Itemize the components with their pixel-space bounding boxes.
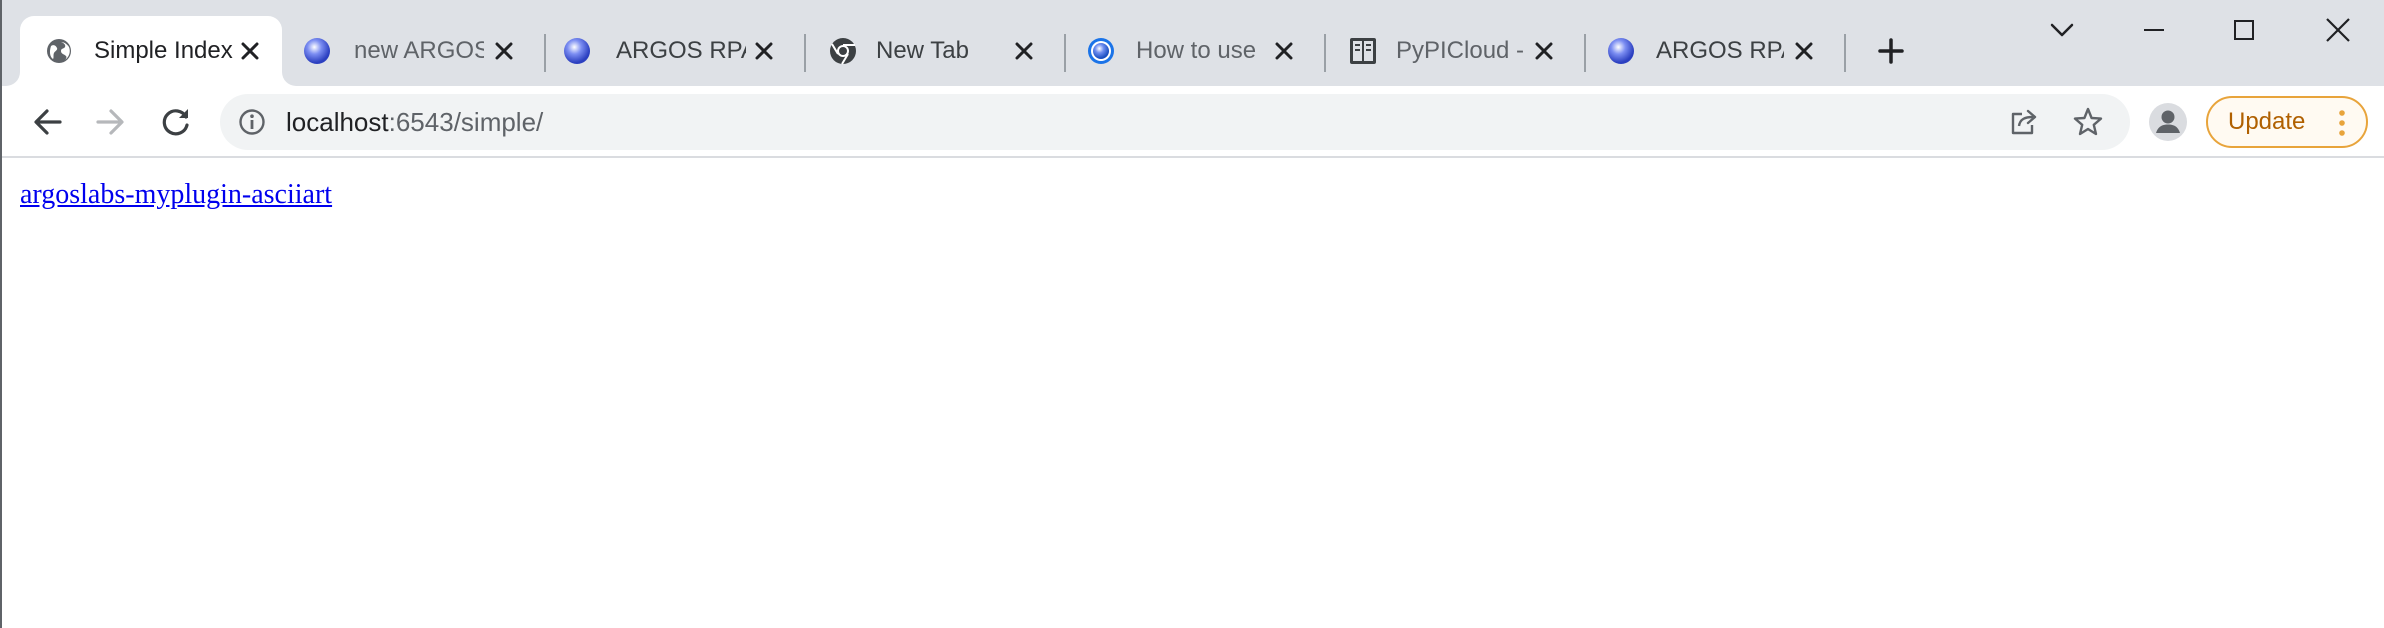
url-text: localhost:6543/simple/ xyxy=(286,106,543,138)
tab-title: New Tab xyxy=(876,37,969,64)
reload-icon[interactable] xyxy=(154,100,198,144)
argos-orb-icon xyxy=(1086,36,1116,66)
window-close-icon[interactable] xyxy=(2318,10,2358,50)
close-icon[interactable] xyxy=(1010,37,1038,65)
pypicloud-icon xyxy=(1348,36,1378,66)
browser-toolbar: localhost:6543/simple/ Update xyxy=(2,86,2384,158)
site-info-icon[interactable] xyxy=(238,108,266,136)
maximize-icon[interactable] xyxy=(2224,10,2264,50)
minimize-icon[interactable] xyxy=(2134,10,2174,50)
bookmark-star-icon[interactable] xyxy=(2072,106,2104,138)
close-icon[interactable] xyxy=(490,37,518,65)
tab-simple-index[interactable]: Simple Index xyxy=(20,16,282,86)
tab-title: How to use xyxy=(1136,37,1257,64)
page-content: argoslabs-myplugin-asciiart xyxy=(4,158,2384,628)
tab-new-tab[interactable]: New Tab xyxy=(804,16,1064,86)
globe-icon xyxy=(44,36,74,66)
close-icon[interactable] xyxy=(1530,37,1558,65)
argos-orb-icon xyxy=(302,36,332,66)
tab-title: ARGOS RPA xyxy=(616,37,746,64)
tab-pypicloud[interactable]: PyPICloud - xyxy=(1324,16,1584,86)
back-arrow-icon[interactable] xyxy=(26,100,70,144)
address-bar[interactable]: localhost:6543/simple/ xyxy=(220,94,2130,150)
tab-argos-rpa[interactable]: ARGOS RPA xyxy=(544,16,804,86)
close-icon[interactable] xyxy=(750,37,778,65)
new-tab-button[interactable] xyxy=(1874,34,1908,68)
tab-title: Simple Index xyxy=(94,37,233,64)
chrome-icon xyxy=(828,36,858,66)
close-icon[interactable] xyxy=(236,37,264,65)
browser-window: Simple Index new ARGOS ARGOS RPA New Tab… xyxy=(0,0,2384,628)
package-link[interactable]: argoslabs-myplugin-asciiart xyxy=(20,178,332,212)
profile-avatar-icon[interactable] xyxy=(2146,100,2190,144)
menu-dots-icon[interactable] xyxy=(2336,108,2348,138)
close-icon[interactable] xyxy=(1790,37,1818,65)
tab-title: ARGOS RPA xyxy=(1656,37,1784,64)
update-button[interactable]: Update xyxy=(2206,96,2368,148)
close-icon[interactable] xyxy=(1270,37,1298,65)
argos-orb-icon xyxy=(1606,36,1636,66)
tab-separator xyxy=(1844,34,1846,72)
tab-new-argos[interactable]: new ARGOS xyxy=(282,16,542,86)
url-host: localhost xyxy=(286,107,389,137)
tab-how-to-use[interactable]: How to use xyxy=(1064,16,1324,86)
tab-search-chevron-down-icon[interactable] xyxy=(2042,10,2082,50)
tab-argos-rpa-2[interactable]: ARGOS RPA xyxy=(1584,16,1846,86)
tab-title: PyPICloud - xyxy=(1396,37,1524,64)
update-label: Update xyxy=(2228,108,2306,135)
forward-arrow-icon[interactable] xyxy=(88,100,132,144)
share-icon[interactable] xyxy=(2008,106,2040,138)
url-path: :6543/simple/ xyxy=(388,107,544,137)
tab-strip: Simple Index new ARGOS ARGOS RPA New Tab… xyxy=(2,0,2384,86)
tab-title: new ARGOS xyxy=(354,37,484,64)
argos-orb-icon xyxy=(562,36,592,66)
